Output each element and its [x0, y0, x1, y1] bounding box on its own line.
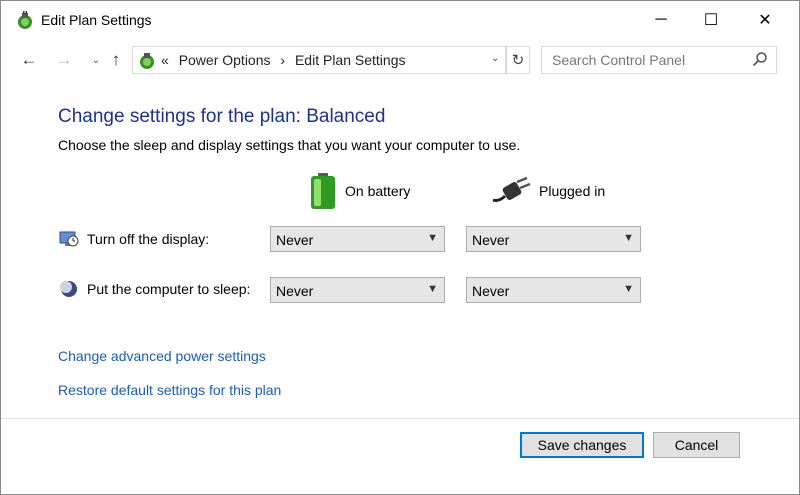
breadcrumb: « Power Options › Edit Plan Settings: [161, 52, 411, 68]
display-battery-value: Never: [276, 232, 314, 248]
up-button[interactable]: ↑: [105, 49, 127, 71]
close-button[interactable]: ✕: [741, 1, 789, 39]
forward-button[interactable]: →: [53, 49, 75, 71]
breadcrumb-separator[interactable]: ›: [280, 52, 285, 68]
plug-icon: [492, 176, 531, 202]
save-changes-button[interactable]: Save changes: [520, 432, 644, 458]
row-computer-sleep: Put the computer to sleep:: [59, 279, 250, 299]
search-icon[interactable]: [752, 51, 768, 67]
breadcrumb-edit-plan-settings[interactable]: Edit Plan Settings: [295, 52, 406, 68]
refresh-button[interactable]: ↻: [506, 46, 530, 74]
display-plugged-select[interactable]: Never ▼: [466, 226, 641, 252]
footer-divider: [1, 418, 799, 419]
edit-plan-settings-window: Edit Plan Settings ─ ☐ ✕ ← → ⌄ ↑ « Power…: [0, 0, 800, 495]
page-title: Change settings for the plan: Balanced: [58, 106, 386, 127]
power-options-icon: [140, 53, 154, 69]
navigation-bar: ← → ⌄ ↑ « Power Options › Edit Plan Sett…: [1, 41, 799, 81]
sleep-moon-icon: [60, 281, 77, 297]
chevron-down-icon: ▼: [427, 283, 438, 295]
breadcrumb-power-options[interactable]: Power Options: [179, 52, 271, 68]
display-plugged-value: Never: [472, 232, 510, 248]
search-placeholder: Search Control Panel: [552, 52, 686, 68]
sleep-plugged-value: Never: [472, 283, 510, 299]
battery-icon: [311, 173, 335, 209]
address-bar[interactable]: « Power Options › Edit Plan Settings ⌄: [132, 46, 506, 74]
column-header-battery: On battery: [309, 171, 410, 211]
column-header-plugged: Plugged in: [491, 171, 605, 211]
address-dropdown-button[interactable]: ⌄: [491, 53, 499, 64]
window-title: Edit Plan Settings: [41, 12, 152, 28]
column-label-plugged: Plugged in: [539, 183, 606, 199]
minimize-button[interactable]: ─: [637, 1, 685, 39]
cancel-button[interactable]: Cancel: [653, 432, 740, 458]
restore-default-settings-link[interactable]: Restore default settings for this plan: [58, 382, 281, 398]
column-label-battery: On battery: [345, 183, 411, 199]
display-timer-icon: [59, 231, 79, 247]
recent-locations-button[interactable]: ⌄: [85, 49, 107, 71]
sleep-plugged-select[interactable]: Never ▼: [466, 277, 641, 303]
back-button[interactable]: ←: [18, 49, 40, 71]
sleep-battery-select[interactable]: Never ▼: [270, 277, 445, 303]
chevron-down-icon: ▼: [623, 232, 634, 244]
search-box[interactable]: Search Control Panel: [541, 46, 777, 74]
page-description: Choose the sleep and display settings th…: [58, 137, 521, 153]
chevron-down-icon: ▼: [623, 283, 634, 295]
row-label-turn-off-display: Turn off the display:: [87, 231, 210, 247]
row-turn-off-display: Turn off the display:: [59, 229, 209, 249]
sleep-battery-value: Never: [276, 283, 314, 299]
display-battery-select[interactable]: Never ▼: [270, 226, 445, 252]
title-bar: Edit Plan Settings ─ ☐ ✕: [1, 1, 799, 41]
power-options-icon: [18, 11, 32, 29]
maximize-button[interactable]: ☐: [687, 1, 735, 39]
change-advanced-power-settings-link[interactable]: Change advanced power settings: [58, 348, 266, 364]
chevron-down-icon: ▼: [427, 232, 438, 244]
row-label-computer-sleep: Put the computer to sleep:: [87, 281, 251, 297]
breadcrumb-overflow[interactable]: «: [161, 52, 169, 68]
